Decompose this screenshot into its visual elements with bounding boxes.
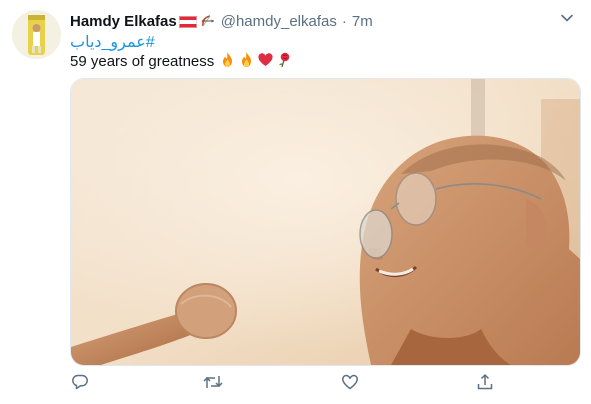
avatar[interactable] (12, 10, 61, 59)
share-icon (476, 373, 494, 396)
hashtag-link[interactable]: #عمرو_دياب (70, 32, 155, 52)
author-name[interactable]: Hamdy Elkafas (70, 13, 177, 30)
austria-flag-icon (178, 15, 197, 28)
reply-icon (71, 373, 89, 396)
tweet-text: 59 years of greatness (70, 51, 293, 72)
tweet-timestamp[interactable]: 7m (352, 13, 373, 30)
fire-icon (219, 51, 236, 72)
bow-and-arrow-icon (200, 13, 216, 29)
chevron-down-icon (559, 10, 575, 31)
retweet-button[interactable] (201, 372, 225, 396)
retweet-icon (203, 373, 223, 396)
reply-button[interactable] (68, 372, 92, 396)
rose-icon (276, 51, 293, 72)
like-button[interactable] (338, 372, 362, 396)
like-icon (341, 373, 359, 396)
fire-icon (238, 51, 255, 72)
emoji-group (219, 51, 293, 72)
separator-dot: · (341, 12, 347, 30)
tweet-header: Hamdy Elkafas @hamdy_elkafas · 7m (70, 10, 579, 32)
share-button[interactable] (473, 372, 497, 396)
heart-icon (257, 51, 274, 72)
tweet-media-image[interactable] (70, 78, 581, 366)
author-handle[interactable]: @hamdy_elkafas (221, 13, 337, 30)
tweet-actions (70, 370, 510, 398)
tweet: Hamdy Elkafas @hamdy_elkafas · 7m #عمرو_… (0, 0, 591, 404)
more-options-button[interactable] (555, 8, 579, 32)
tweet-text-body: 59 years of greatness (70, 53, 215, 70)
